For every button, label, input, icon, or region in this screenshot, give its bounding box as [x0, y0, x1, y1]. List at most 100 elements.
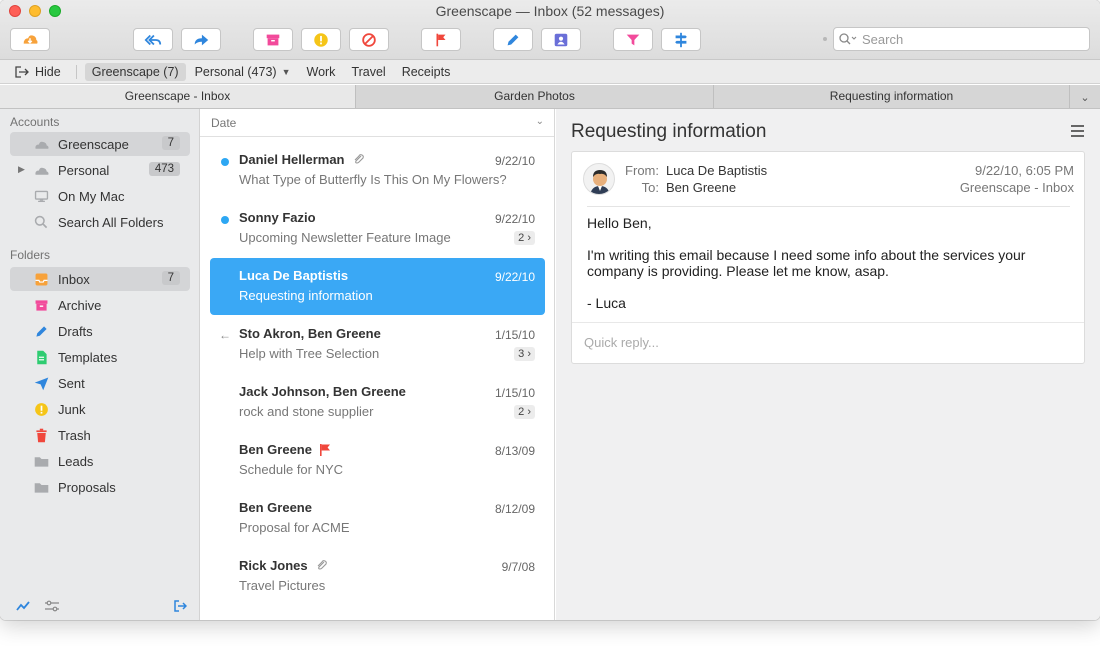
message-row-selected[interactable]: Luca De Baptistis Requesting information… [210, 258, 545, 315]
replied-arrow-icon: ← [219, 328, 231, 342]
folder-icon [32, 452, 50, 470]
menu-icon[interactable] [1071, 125, 1084, 140]
thread-count-badge[interactable]: 3 › [514, 347, 535, 361]
favorite-personal[interactable]: Personal (473) ▼ [188, 63, 298, 81]
thread-count-badge[interactable]: 2 › [514, 405, 535, 419]
search-options-dot [823, 37, 827, 41]
favorite-work[interactable]: Work [300, 63, 343, 81]
unread-badge: 473 [148, 162, 180, 176]
hide-sidebar-button[interactable]: Hide [8, 63, 68, 81]
message-row[interactable]: Daniel Hellerman What Type of Butterfly … [210, 142, 545, 199]
sender-text: Daniel Hellerman [239, 152, 345, 167]
archive-icon [266, 34, 280, 45]
filter-button[interactable] [613, 28, 653, 51]
compose-button[interactable] [493, 28, 533, 51]
message-subject: Schedule for NYC [239, 462, 344, 477]
message-sender: Sto Akron, Ben Greene [239, 326, 381, 341]
sidebar-item-label: Junk [58, 401, 86, 417]
message-sender: Sonny Fazio [239, 210, 316, 225]
paperclip-icon [354, 153, 364, 164]
sidebar-item-sent[interactable]: Sent [10, 371, 190, 395]
sidebar-item-greenscape[interactable]: Greenscape 7 [10, 132, 190, 156]
sort-header[interactable]: Date ⌄ [200, 109, 554, 137]
tab-requesting-information[interactable]: Requesting information [714, 85, 1070, 108]
message-row[interactable]: Sonny Fazio Upcoming Newsletter Feature … [210, 200, 545, 257]
sidebar-item-on-my-mac[interactable]: On My Mac [10, 184, 190, 208]
body-line: company is providing. Please let me know… [587, 263, 889, 279]
sign-out-button[interactable] [173, 598, 187, 614]
from-value[interactable]: Luca De Baptistis [666, 163, 767, 178]
block-sender-button[interactable] [349, 28, 389, 51]
tab-greenscape-inbox[interactable]: Greenscape - Inbox [0, 85, 356, 108]
reply-all-icon [144, 34, 162, 45]
sidebar-item-archive[interactable]: Archive [10, 293, 190, 317]
computer-icon [32, 187, 50, 205]
search-field[interactable] [833, 27, 1090, 51]
forward-button[interactable] [181, 28, 221, 51]
unread-indicator [221, 158, 229, 166]
search-icon [839, 33, 857, 45]
settings-button[interactable] [44, 598, 60, 614]
sidebar-item-leads[interactable]: Leads [10, 449, 190, 473]
sidebar-item-drafts[interactable]: Drafts [10, 319, 190, 343]
thread-count-badge[interactable]: 2 › [514, 231, 535, 245]
junk-button[interactable] [301, 28, 341, 51]
disclosure-triangle-icon[interactable]: ▶ [18, 164, 25, 175]
archive-button[interactable] [253, 28, 293, 51]
message-date: 1/15/10 [494, 386, 535, 400]
message-row[interactable]: Rick Jones Travel Pictures 9/7/08 [210, 548, 545, 605]
sidebar-item-label: Sent [58, 375, 85, 391]
favorite-travel[interactable]: Travel [344, 63, 392, 81]
message-date: 9/22/10 [494, 154, 535, 168]
search-input[interactable] [862, 31, 1082, 47]
message-subject: Proposal for ACME [239, 520, 350, 535]
sidebar-item-inbox[interactable]: Inbox 7 [10, 267, 190, 291]
body-greeting: Hello Ben, [587, 215, 652, 231]
mail-window: Greenscape — Inbox (52 messages) Search … [0, 0, 1100, 620]
tab-bar: Greenscape - Inbox Garden Photos Request… [0, 85, 1100, 109]
to-value[interactable]: Ben Greene [666, 180, 736, 195]
sidebar-item-templates[interactable]: Templates [10, 345, 190, 369]
paper-plane-icon [32, 374, 50, 392]
message-subject: Travel Pictures [239, 578, 326, 593]
get-mail-button[interactable] [10, 28, 50, 51]
message-row[interactable]: Ben Greene Proposal for ACME 8/12/09 [210, 490, 545, 547]
get-mail-icon [23, 34, 38, 44]
quick-reply-field[interactable]: Quick reply... [584, 335, 659, 350]
message-row[interactable]: ← Sto Akron, Ben Greene Help with Tree S… [210, 316, 545, 373]
hide-sidebar-icon [15, 65, 29, 78]
message-row[interactable]: Jack Johnson, Ben Greene rock and stone … [210, 374, 545, 431]
sidebar-item-proposals[interactable]: Proposals [10, 475, 190, 499]
favorite-personal-label: Personal (473) [194, 64, 277, 79]
message-row[interactable]: Ben Greene Schedule for NYC 8/13/09 [210, 432, 545, 489]
activity-button[interactable] [16, 598, 30, 614]
header-divider [587, 206, 1070, 207]
sender-text: Ben Greene [239, 442, 312, 457]
message-date: 8/12/09 [494, 502, 535, 516]
folders-heading: Folders [10, 248, 51, 262]
sidebar-item-junk[interactable]: Junk [10, 397, 190, 421]
unread-indicator [221, 216, 229, 224]
trash-icon [32, 426, 50, 444]
favorite-receipts[interactable]: Receipts [395, 63, 458, 81]
contacts-button[interactable] [541, 28, 581, 51]
move-button[interactable] [661, 28, 701, 51]
message-datetime: 9/22/10, 6:05 PM [974, 163, 1074, 178]
tab-overflow-button[interactable]: ⌄ [1070, 85, 1100, 108]
message-sender: Ben Greene [239, 442, 331, 457]
message-date: 9/7/08 [501, 560, 535, 574]
archive-icon [32, 296, 50, 314]
favorite-greenscape[interactable]: Greenscape (7) [84, 62, 186, 81]
tab-garden-photos[interactable]: Garden Photos [356, 85, 714, 108]
reply-all-button[interactable] [133, 28, 173, 51]
titlebar: Greenscape — Inbox (52 messages) [0, 0, 1100, 60]
sidebar-item-label: Inbox [58, 271, 90, 287]
sidebar-item-search-all-folders[interactable]: Search All Folders [10, 210, 190, 234]
pencil-icon [507, 34, 519, 45]
sidebar-item-personal[interactable]: ▶ Personal 473 [10, 158, 190, 182]
flag-button[interactable] [421, 28, 461, 51]
sidebar-item-trash[interactable]: Trash [10, 423, 190, 447]
avatar [583, 163, 615, 195]
message-title: Requesting information [571, 121, 767, 142]
flag-icon [436, 33, 446, 46]
